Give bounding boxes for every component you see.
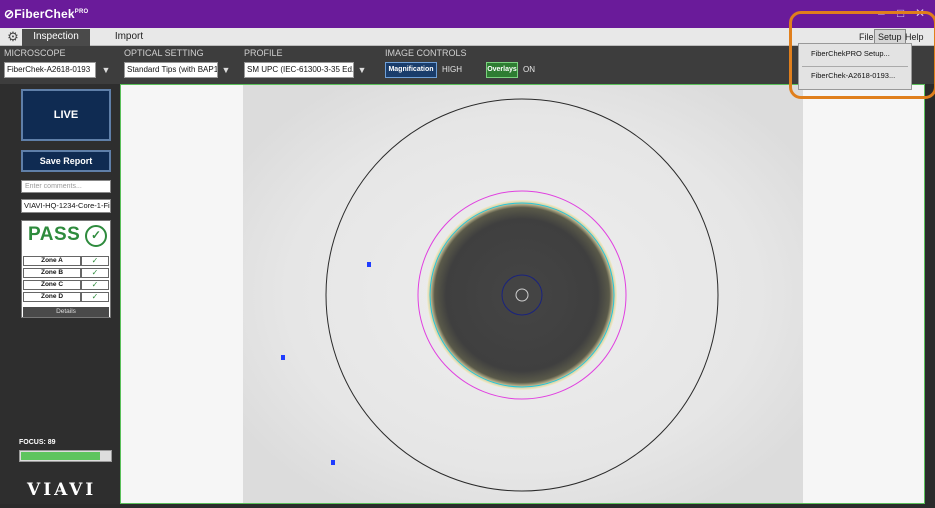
zone-name: Zone C <box>23 280 81 290</box>
focus-bar <box>19 450 112 462</box>
brand-logo: VIAVI <box>27 480 97 500</box>
fiber-image-view[interactable] <box>120 84 925 504</box>
annotation-highlight <box>789 11 935 99</box>
zone-name: Zone A <box>23 256 81 266</box>
check-icon: ✓ <box>81 268 109 278</box>
fiber-image <box>121 85 924 503</box>
magnification-value: HIGH <box>442 65 462 74</box>
focus-bar-fill <box>21 452 101 460</box>
table-row: Zone A ✓ <box>23 256 109 266</box>
save-report-button[interactable]: Save Report <box>21 150 111 172</box>
filename-field[interactable]: VIAVI-HQ-1234-Core-1-Fit <box>21 199 111 213</box>
defect-marker <box>281 355 285 360</box>
overlays-button[interactable]: Overlays <box>486 62 518 78</box>
tab-inspection[interactable]: Inspection <box>22 29 90 46</box>
comments-input[interactable]: Enter comments... <box>21 180 111 193</box>
profile-select[interactable]: SM UPC (IEC-61300-3-35 Ed. 2.0) <box>244 62 354 78</box>
check-icon: ✓ <box>81 256 109 266</box>
live-button[interactable]: LIVE <box>21 89 111 141</box>
table-row: Zone C ✓ <box>23 280 109 290</box>
overlays-value: ON <box>523 65 535 74</box>
image-controls-label: IMAGE CONTROLS <box>385 48 467 58</box>
microscope-select[interactable]: FiberChek-A2618-0193 <box>4 62 96 78</box>
result-panel: PASS ✓ Zone A ✓ Zone B ✓ Zone C ✓ Zone D… <box>21 220 111 318</box>
table-row: Zone B ✓ <box>23 268 109 278</box>
result-status: PASS <box>28 224 81 245</box>
zone-name: Zone B <box>23 268 81 278</box>
app-title: FiberChek <box>14 7 75 21</box>
chevron-down-icon[interactable]: ▼ <box>354 62 370 78</box>
chevron-down-icon[interactable]: ▼ <box>98 62 114 78</box>
optical-setting-label: OPTICAL SETTING <box>124 48 204 58</box>
profile-label: PROFILE <box>244 48 283 58</box>
tab-import[interactable]: Import <box>94 29 164 46</box>
optical-setting-select[interactable]: Standard Tips (with BAP1) <box>124 62 218 78</box>
check-icon: ✓ <box>81 292 109 302</box>
magnification-button[interactable]: Magnification <box>385 62 437 78</box>
app-logo: ⊘FiberChekPRO <box>4 7 89 21</box>
check-circle-icon: ✓ <box>85 225 107 247</box>
chevron-down-icon[interactable]: ▼ <box>218 62 234 78</box>
table-row: Zone D ✓ <box>23 292 109 302</box>
defect-marker <box>367 262 371 267</box>
details-button[interactable]: Details <box>23 307 109 317</box>
gear-icon[interactable]: ⚙ <box>5 29 21 45</box>
defect-marker <box>331 460 335 465</box>
focus-label: FOCUS: 89 <box>19 439 56 446</box>
sidebar: LIVE Save Report Enter comments... VIAVI… <box>0 84 120 504</box>
microscope-label: MICROSCOPE <box>4 48 66 58</box>
app-title-sup: PRO <box>74 9 89 15</box>
check-icon: ✓ <box>81 280 109 290</box>
zone-name: Zone D <box>23 292 81 302</box>
